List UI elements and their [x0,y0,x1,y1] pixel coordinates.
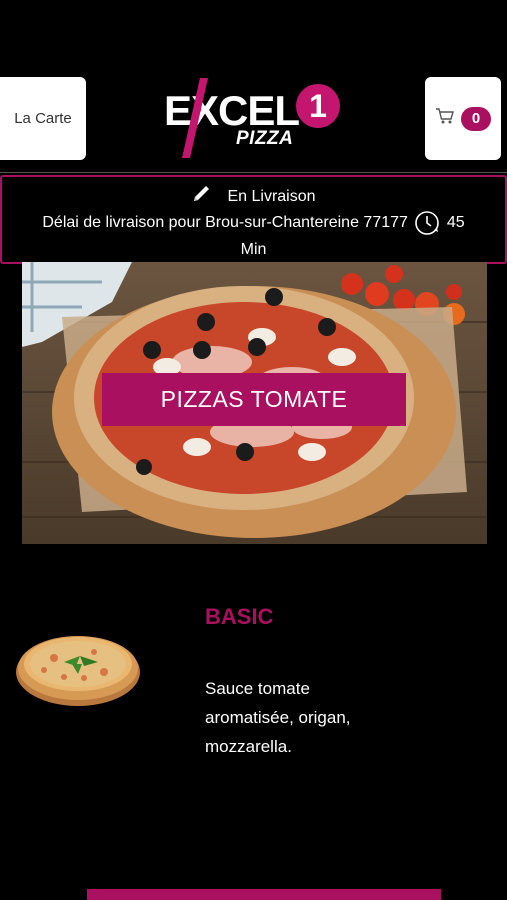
logo-sub: PIZZA [236,128,294,149]
logo-slash [182,78,208,158]
next-category-button[interactable] [87,889,441,900]
delivery-delay-text: Délai de livraison pour Brou-sur-Chanter… [42,214,408,231]
product-name[interactable]: BASIC [205,604,273,630]
delivery-delay-unit: Min [240,241,267,258]
delivery-mode-label: En Livraison [227,187,316,205]
product-image-basic[interactable] [14,622,142,708]
cart-count-badge: 0 [461,106,491,131]
pencil-icon[interactable] [191,184,213,209]
logo: EXCEL 1 PIZZA [160,72,346,158]
category-button-pizzas-tomate[interactable]: PIZZAS TOMATE [102,373,406,426]
product-description: Sauce tomate aromatisée, origan, mozzare… [205,679,351,756]
delivery-delay-value: 45 [446,214,465,231]
delivery-mode[interactable]: En Livraison [2,184,505,209]
page: La Carte EXCEL 1 PIZZA 0 En Livraison Dé… [0,0,507,900]
logo-number: 1 [296,84,340,128]
delivery-delay: Délai de livraison pour Brou-sur-Chanter… [20,209,487,263]
clock-icon [414,210,440,236]
cart-icon [435,107,455,130]
category-label: PIZZAS TOMATE [160,386,348,412]
menu-button[interactable]: La Carte [0,77,86,160]
delivery-info-panel[interactable]: En Livraison Délai de livraison pour Bro… [0,175,507,264]
cart-button[interactable]: 0 [425,77,501,160]
menu-button-label: La Carte [14,110,72,127]
header-divider [0,172,507,173]
